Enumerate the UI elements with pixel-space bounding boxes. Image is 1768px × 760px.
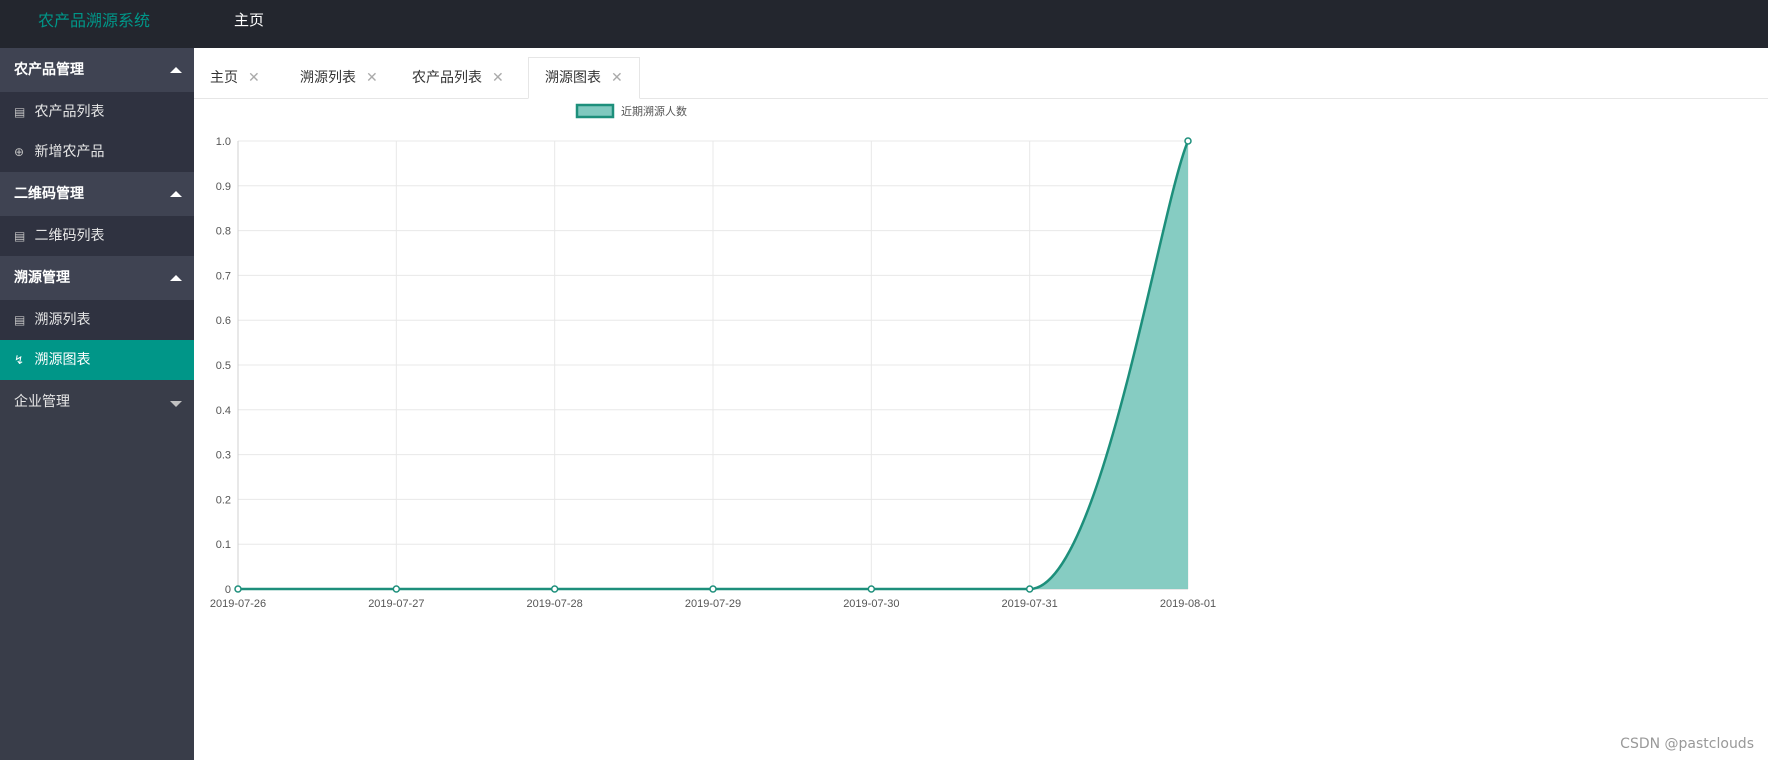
y-tick-label: 0.7 bbox=[216, 270, 231, 282]
data-point bbox=[1184, 137, 1192, 145]
y-tick-label: 0 bbox=[225, 584, 231, 596]
sidebar-item-label: 新增农产品 bbox=[34, 144, 105, 160]
sidebar-item-trace-list[interactable]: ▤ 溯源列表 bbox=[0, 300, 194, 340]
pulse-icon: ↯ bbox=[14, 353, 25, 367]
x-tick-label: 2019-07-27 bbox=[368, 598, 424, 610]
doc-icon: ▤ bbox=[14, 105, 26, 119]
y-tick-label: 0.8 bbox=[216, 226, 231, 238]
app-logo[interactable]: 农产品溯源系统 bbox=[38, 7, 150, 31]
x-tick-label: 2019-07-29 bbox=[685, 598, 741, 610]
data-point bbox=[234, 585, 242, 593]
sidebar-group-qrcode[interactable]: 二维码管理 bbox=[0, 172, 194, 216]
y-tick-label: 0.3 bbox=[216, 450, 231, 462]
x-tick-label: 2019-07-28 bbox=[527, 598, 583, 610]
watermark: CSDN @pastclouds bbox=[1620, 736, 1754, 752]
sidebar-group-label: 企业管理 bbox=[14, 394, 70, 410]
y-tick-label: 0.5 bbox=[216, 360, 231, 372]
top-nav-home[interactable]: 主页 bbox=[234, 9, 264, 30]
y-tick-label: 0.2 bbox=[216, 494, 231, 506]
sidebar-group-label: 农产品管理 bbox=[14, 62, 84, 78]
y-tick-label: 0.4 bbox=[216, 405, 231, 417]
sidebar-item-label: 溯源图表 bbox=[34, 352, 91, 368]
sidebar-item-label: 农产品列表 bbox=[34, 104, 105, 120]
sidebar-item-label: 二维码列表 bbox=[34, 228, 105, 244]
caret-up-icon bbox=[170, 275, 182, 281]
data-point bbox=[550, 585, 559, 593]
x-tick-label: 2019-07-26 bbox=[210, 598, 266, 610]
x-tick-label: 2019-08-01 bbox=[1160, 598, 1216, 610]
data-point bbox=[867, 585, 876, 593]
tab-product-list[interactable]: 农产品列表 ✕ bbox=[396, 58, 520, 98]
tab-home[interactable]: 主页 ✕ bbox=[194, 58, 276, 98]
trace-chart: 0 0.1 0.2 0.3 0.4 0.5 0.6 0.7 0.8 0.9 1.0 2019-07-2… bbox=[210, 103, 1216, 610]
sidebar: 农产品管理 ▤ 农产品列表 ⊕ 新增农产品 二维码管理 ▤ 二维码列表 溯源管理… bbox=[0, 48, 194, 760]
top-bar: 农产品溯源系统 主页 bbox=[0, 0, 1768, 48]
close-icon[interactable]: ✕ bbox=[611, 70, 623, 86]
tab-label: 主页 bbox=[210, 70, 238, 86]
y-tick-label: 0.6 bbox=[216, 315, 231, 327]
tab-label: 溯源列表 bbox=[300, 70, 356, 86]
sidebar-item-trace-chart[interactable]: ↯ 溯源图表 bbox=[0, 340, 194, 380]
data-point bbox=[1025, 585, 1034, 593]
doc-icon: ▤ bbox=[14, 229, 26, 243]
close-icon[interactable]: ✕ bbox=[492, 70, 504, 86]
legend-swatch bbox=[575, 103, 615, 119]
sidebar-group-enterprise[interactable]: 企业管理 bbox=[0, 380, 194, 424]
sidebar-item-qrcode-list[interactable]: ▤ 二维码列表 bbox=[0, 216, 194, 256]
data-point bbox=[392, 585, 401, 593]
tab-trace-chart[interactable]: 溯源图表 ✕ bbox=[528, 57, 640, 99]
sidebar-group-trace[interactable]: 溯源管理 bbox=[0, 256, 194, 300]
x-tick-label: 2019-07-30 bbox=[843, 598, 899, 610]
tab-label: 溯源图表 bbox=[545, 70, 601, 86]
sidebar-group-label: 二维码管理 bbox=[14, 186, 84, 202]
data-point bbox=[709, 585, 717, 593]
sidebar-item-label: 溯源列表 bbox=[34, 312, 91, 328]
doc-icon: ▤ bbox=[14, 313, 26, 327]
tab-label: 农产品列表 bbox=[412, 70, 482, 86]
tab-trace-list[interactable]: 溯源列表 ✕ bbox=[284, 58, 394, 98]
x-tick-label: 2019-07-31 bbox=[1002, 598, 1058, 610]
sidebar-item-add-product[interactable]: ⊕ 新增农产品 bbox=[0, 132, 194, 172]
tab-bar: 主页 ✕ 溯源列表 ✕ 农产品列表 ✕ 溯源图表 ✕ bbox=[194, 56, 1768, 99]
plus-circle-icon: ⊕ bbox=[14, 145, 25, 159]
y-tick-label: 1.0 bbox=[216, 136, 231, 148]
close-icon[interactable]: ✕ bbox=[366, 70, 378, 86]
legend-label: 近期溯源人数 bbox=[621, 104, 687, 118]
sidebar-group-label: 溯源管理 bbox=[14, 270, 70, 286]
sidebar-item-product-list[interactable]: ▤ 农产品列表 bbox=[0, 92, 194, 132]
caret-up-icon bbox=[170, 67, 182, 73]
y-tick-label: 0.1 bbox=[216, 539, 231, 551]
close-icon[interactable]: ✕ bbox=[248, 70, 260, 86]
caret-up-icon bbox=[170, 191, 182, 197]
sidebar-group-products[interactable]: 农产品管理 bbox=[0, 48, 194, 92]
caret-down-icon bbox=[170, 401, 182, 407]
y-tick-label: 0.9 bbox=[216, 181, 231, 193]
